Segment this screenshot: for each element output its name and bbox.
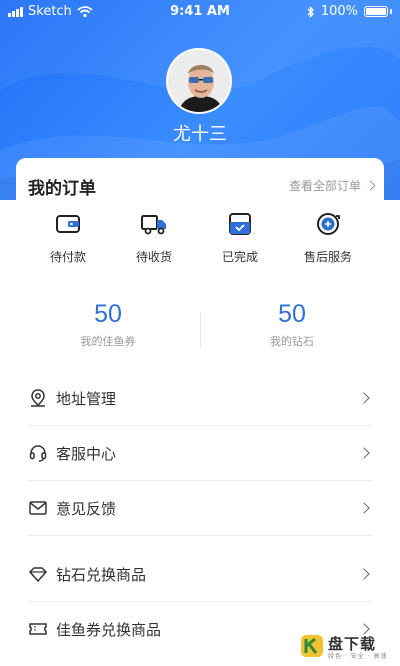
chevron-right-icon — [358, 447, 370, 459]
menu-item-diamond-exchange[interactable]: 钻石兑换商品 — [28, 548, 372, 602]
stat-fish-coupons[interactable]: 50 我的佳鱼券 — [18, 300, 198, 349]
menu-item-label: 钻石兑换商品 — [56, 566, 147, 584]
after-sales-icon — [317, 213, 340, 235]
menu-item-customer-service[interactable]: 客服中心 — [28, 427, 372, 481]
stat-diamonds[interactable]: 50 我的钻石 — [202, 300, 382, 349]
menu-item-label: 佳鱼券兑换商品 — [56, 621, 162, 639]
ticket-icon — [29, 623, 47, 635]
truck-icon — [141, 215, 166, 235]
watermark-subtitle: 绿色 · 安全 · 高速 — [328, 653, 388, 660]
headset-icon — [29, 445, 47, 462]
battery-percent: 100% — [320, 4, 358, 19]
order-item-label: 待付款 — [49, 250, 86, 264]
menu-item-label: 地址管理 — [56, 390, 117, 408]
order-item-label: 已完成 — [221, 250, 258, 264]
battery-icon — [364, 6, 388, 17]
stats-section: 50 我的佳鱼券 50 我的钻石 — [0, 300, 400, 360]
orders-title: 我的订单 — [28, 179, 96, 199]
completed-box-icon — [229, 213, 251, 235]
order-after-sales[interactable]: 售后服务 — [288, 210, 368, 265]
order-pending-payment[interactable]: 待付款 — [28, 210, 108, 265]
status-right: 100% — [307, 4, 392, 19]
order-item-label: 售后服务 — [303, 250, 352, 264]
order-item-label: 待收货 — [135, 250, 172, 264]
profile-name: 尤十三 — [173, 124, 227, 145]
stat-label: 我的钻石 — [270, 335, 314, 348]
menu-item-address[interactable]: 地址管理 — [28, 372, 372, 426]
wallet-icon — [56, 215, 80, 233]
avatar[interactable] — [166, 48, 232, 114]
menu-item-feedback[interactable]: 意见反馈 — [28, 482, 372, 536]
menu-item-label: 意见反馈 — [56, 500, 117, 518]
status-bar: Sketch 9:41 AM 100% — [0, 0, 400, 24]
bluetooth-icon — [307, 5, 314, 18]
orders-card: 我的订单 查看全部订单 待付款 待收货 已完成 售后服务 — [16, 158, 384, 268]
chevron-right-icon — [358, 392, 370, 404]
view-all-orders-label: 查看全部订单 — [288, 179, 361, 193]
order-pending-receipt[interactable]: 待收货 — [114, 210, 194, 265]
envelope-icon — [29, 501, 47, 515]
view-all-orders-link[interactable]: 查看全部订单 — [288, 177, 376, 194]
chevron-right-icon — [358, 502, 370, 514]
stats-divider — [200, 312, 201, 348]
stat-value: 50 — [94, 300, 122, 328]
location-pin-icon — [31, 389, 45, 407]
watermark: 盘下载 绿色 · 安全 · 高速 — [300, 632, 396, 660]
stat-value: 50 — [278, 300, 306, 328]
order-completed[interactable]: 已完成 — [200, 210, 280, 265]
chevron-right-icon — [365, 180, 376, 191]
diamond-icon — [28, 567, 48, 583]
stat-label: 我的佳鱼券 — [80, 335, 136, 348]
chevron-right-icon — [358, 568, 370, 580]
watermark-logo-icon — [301, 635, 323, 657]
battery-tip — [390, 9, 392, 14]
menu-item-label: 客服中心 — [56, 445, 117, 463]
